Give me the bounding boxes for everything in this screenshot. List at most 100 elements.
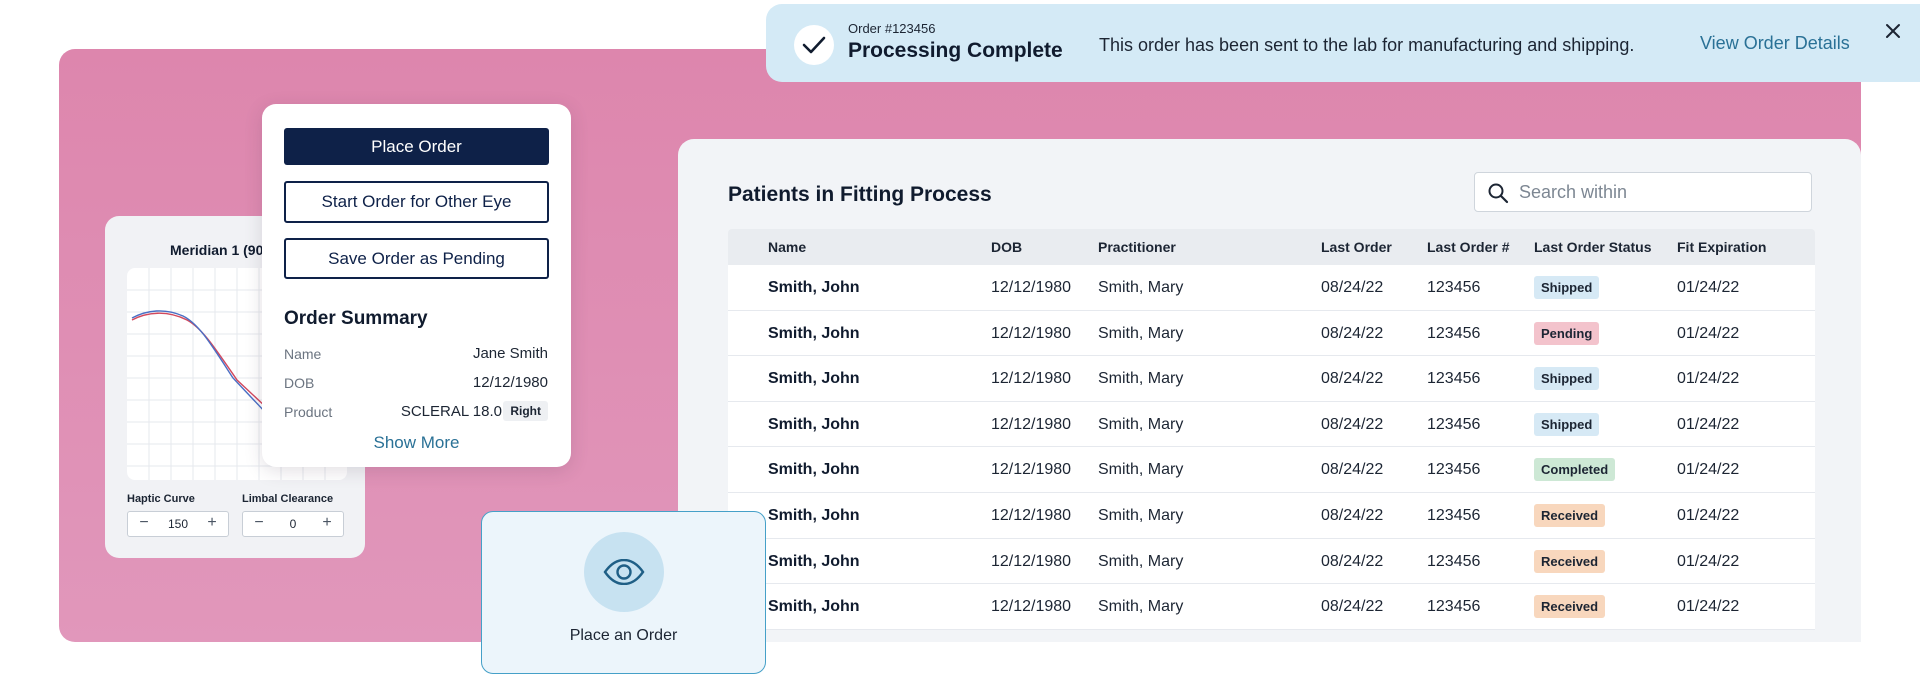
patient-name: Smith, John	[768, 461, 860, 479]
last-order-number: 123456	[1427, 279, 1481, 296]
fit-expiration: 01/24/22	[1677, 598, 1740, 616]
table-row[interactable]: Smith, John 12/12/1980 Smith, Mary 08/24/22…	[728, 265, 1815, 311]
last-order-number: 123456	[1427, 552, 1481, 570]
meridian-curve-red	[131, 312, 268, 409]
status-badge: Received	[1534, 549, 1606, 573]
close-icon[interactable]	[1882, 20, 1904, 42]
status-badge: Received	[1534, 595, 1606, 619]
order-summary-title: Order Summary	[284, 308, 428, 329]
status-badge: Shipped	[1534, 276, 1600, 299]
patient-name: Smith, John	[768, 279, 860, 296]
patient-dob: 12/12/1980	[991, 506, 1072, 524]
last-order-date: 08/24/22	[1321, 552, 1384, 570]
view-order-details-link[interactable]: View Order Details	[1700, 33, 1850, 54]
status-badge: Completed	[1534, 458, 1616, 482]
name-label: Name	[284, 346, 322, 362]
last-order-number: 123456	[1427, 598, 1481, 616]
last-order-number: 123456	[1427, 415, 1481, 433]
limbal-clearance-value[interactable]: 0	[273, 517, 313, 531]
patient-dob: 12/12/1980	[991, 598, 1072, 616]
table-row[interactable]: Smith, John 12/12/1980 Smith, Mary 08/24/22…	[728, 492, 1815, 539]
plus-icon[interactable]: +	[202, 514, 222, 532]
place-an-order-card[interactable]: Place an Order	[481, 511, 766, 674]
last-order-number: 123456	[1427, 461, 1481, 479]
toast-title: Processing Complete	[848, 39, 1063, 62]
show-more-link[interactable]: Show More	[262, 433, 571, 453]
fit-expiration: 01/24/22	[1677, 415, 1740, 433]
page-title: Patients in Fitting Process	[728, 183, 992, 206]
patient-dob: 12/12/1980	[991, 552, 1072, 570]
search-input[interactable]: Search within	[1474, 172, 1812, 212]
meridian-title: Meridian 1 (90	[170, 242, 264, 258]
status-badge: Received	[1534, 503, 1606, 527]
search-icon	[1488, 183, 1509, 204]
eye-side-badge: Right	[503, 401, 548, 421]
name-value: Jane Smith	[472, 345, 548, 362]
status-badge: Shipped	[1534, 412, 1600, 436]
column-header-dob[interactable]: DOB	[991, 239, 1022, 255]
haptic-curve-value[interactable]: 150	[158, 517, 198, 531]
table-row[interactable]: Smith, John 12/12/1980 Smith, Mary 08/24/22…	[728, 447, 1815, 493]
fit-expiration: 01/24/22	[1677, 461, 1740, 479]
column-header-last-order-status[interactable]: Last Order Status	[1534, 239, 1651, 255]
practitioner: Smith, Mary	[1098, 598, 1184, 616]
minus-icon[interactable]: −	[134, 514, 154, 532]
table-row[interactable]: Smith, John 12/12/1980 Smith, Mary 08/24/22…	[728, 584, 1815, 630]
meridian-curve-blue	[131, 310, 268, 415]
table-body: Smith, John 12/12/1980 Smith, Mary 08/24/22…	[728, 265, 1815, 630]
place-order-button[interactable]: Place Order	[284, 128, 549, 165]
column-header-name[interactable]: Name	[768, 239, 806, 255]
patient-dob: 12/12/1980	[991, 415, 1072, 433]
save-order-pending-button[interactable]: Save Order as Pending	[284, 238, 549, 279]
fit-expiration: 01/24/22	[1677, 552, 1740, 570]
last-order-date: 08/24/22	[1321, 598, 1384, 616]
last-order-date: 08/24/22	[1321, 279, 1384, 296]
toast-order-number: Order #123456	[848, 21, 936, 36]
practitioner: Smith, Mary	[1098, 552, 1184, 570]
table-row[interactable]: Smith, John 12/12/1980 Smith, Mary 08/24/22…	[728, 538, 1815, 585]
column-header-last-order-number[interactable]: Last Order #	[1427, 239, 1509, 255]
practitioner: Smith, Mary	[1098, 506, 1184, 524]
fit-expiration: 01/24/22	[1677, 324, 1740, 342]
column-header-fit-expiration[interactable]: Fit Expiration	[1677, 239, 1766, 255]
limbal-clearance-stepper[interactable]: − 0 +	[242, 511, 344, 537]
practitioner: Smith, Mary	[1098, 415, 1184, 433]
practitioner: Smith, Mary	[1098, 461, 1184, 479]
patient-name: Smith, John	[768, 370, 860, 388]
last-order-date: 08/24/22	[1321, 324, 1384, 342]
patients-table-card: Patients in Fitting Process Search withi…	[678, 139, 1861, 642]
minus-icon[interactable]: −	[249, 514, 269, 532]
status-badge: Pending	[1534, 321, 1600, 345]
dob-value: 12/12/1980	[472, 374, 548, 391]
product-label: Product	[284, 404, 333, 420]
practitioner: Smith, Mary	[1098, 370, 1184, 388]
table-row[interactable]: Smith, John 12/12/1980 Smith, Mary 08/24/22…	[728, 401, 1815, 448]
product-value: SCLERAL 18.0	[400, 403, 502, 420]
fit-expiration: 01/24/22	[1677, 370, 1740, 388]
toast-message: This order has been sent to the lab for …	[1099, 35, 1635, 55]
table-header: Name DOB Practitioner Last Order Last Or…	[728, 229, 1815, 265]
patient-dob: 12/12/1980	[991, 279, 1072, 296]
haptic-curve-stepper[interactable]: − 150 +	[127, 511, 229, 537]
column-header-practitioner[interactable]: Practitioner	[1098, 239, 1176, 255]
last-order-number: 123456	[1427, 324, 1481, 342]
checkmark-icon	[794, 25, 834, 65]
search-placeholder[interactable]: Search within	[1519, 182, 1627, 203]
start-order-other-eye-button[interactable]: Start Order for Other Eye	[284, 181, 549, 223]
processing-complete-toast: Order #123456 Processing Complete This o…	[766, 4, 1920, 82]
patient-dob: 12/12/1980	[991, 324, 1072, 342]
plus-icon[interactable]: +	[317, 514, 337, 532]
table-row[interactable]: Smith, John 12/12/1980 Smith, Mary 08/24/22…	[728, 356, 1815, 402]
patient-name: Smith, John	[768, 552, 860, 570]
last-order-number: 123456	[1427, 370, 1481, 388]
last-order-date: 08/24/22	[1321, 415, 1384, 433]
limbal-clearance-label: Limbal Clearance	[242, 493, 334, 505]
fit-expiration: 01/24/22	[1677, 506, 1740, 524]
table-row[interactable]: Smith, John 12/12/1980 Smith, Mary 08/24/22…	[728, 310, 1815, 357]
patient-name: Smith, John	[768, 415, 860, 433]
order-summary-card: Place Order Start Order for Other Eye Sa…	[262, 104, 571, 467]
haptic-curve-label: Haptic Curve	[127, 493, 195, 505]
column-header-last-order[interactable]: Last Order	[1321, 239, 1392, 255]
patient-name: Smith, John	[768, 506, 860, 524]
last-order-date: 08/24/22	[1321, 506, 1384, 524]
